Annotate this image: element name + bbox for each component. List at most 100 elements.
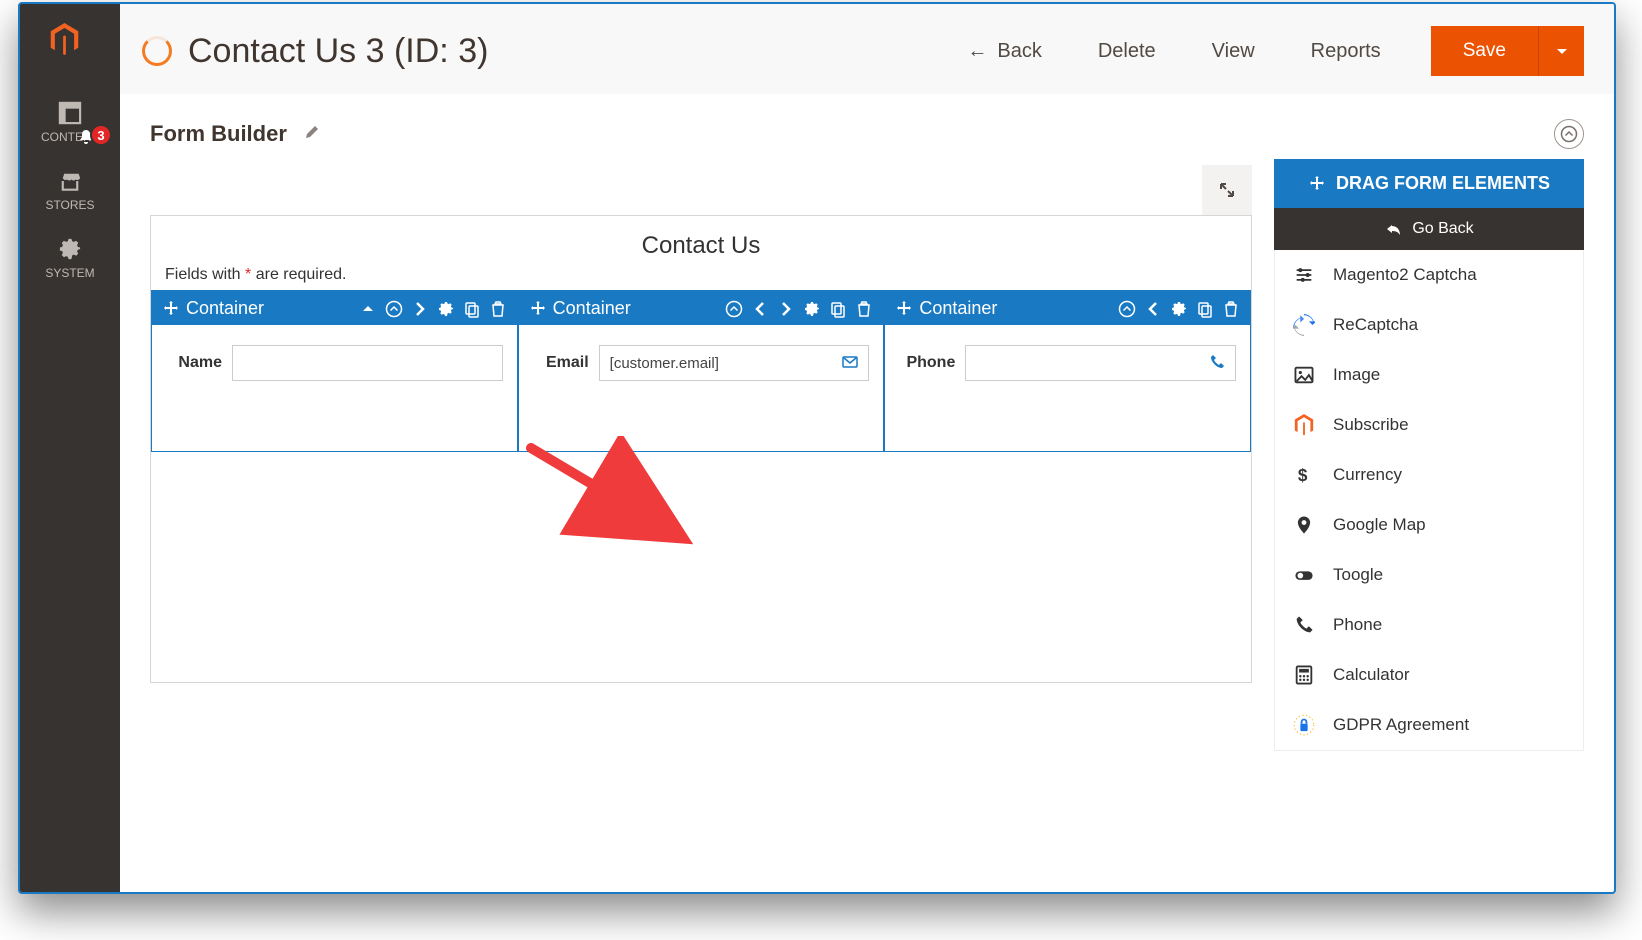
form-title: Contact Us xyxy=(151,216,1251,266)
element-label: Subscribe xyxy=(1333,415,1409,435)
circle-up-icon[interactable] xyxy=(1118,300,1136,318)
image-icon xyxy=(1291,364,1317,386)
element-calculator[interactable]: Calculator xyxy=(1275,650,1583,700)
edit-section-icon[interactable] xyxy=(303,123,321,146)
field-label-email: Email xyxy=(533,354,589,372)
main-area: Contact Us 3 (ID: 3) ← Back Delete View … xyxy=(120,4,1614,892)
delete-button[interactable]: Delete xyxy=(1092,39,1162,64)
panel-go-back[interactable]: Go Back xyxy=(1274,208,1584,250)
settings-icon[interactable] xyxy=(437,300,455,318)
move-left-icon[interactable] xyxy=(751,300,769,318)
panel-header: DRAG FORM ELEMENTS xyxy=(1274,159,1584,208)
collapse-up-icon[interactable] xyxy=(359,300,377,318)
copy-icon[interactable] xyxy=(1196,300,1214,318)
fullscreen-icon xyxy=(1218,181,1236,199)
sliders-icon xyxy=(1291,264,1317,286)
container-label: Container xyxy=(186,298,264,319)
collapse-section-button[interactable] xyxy=(1554,119,1584,149)
form-canvas: Contact Us Fields with * are required. C… xyxy=(150,159,1252,751)
elements-list: Magento2 Captcha ReCaptcha Image Subscribe C… xyxy=(1274,250,1584,751)
move-icon[interactable] xyxy=(162,300,180,318)
loading-spinner-icon xyxy=(142,36,172,66)
mail-icon xyxy=(841,353,859,376)
magento-logo[interactable] xyxy=(20,4,120,86)
element-label: Toogle xyxy=(1333,565,1383,585)
elements-panel: DRAG FORM ELEMENTS Go Back Magento2 Capt… xyxy=(1274,159,1584,751)
chevron-up-icon xyxy=(1560,125,1578,143)
copy-icon[interactable] xyxy=(463,300,481,318)
recaptcha-icon xyxy=(1291,314,1317,336)
container-2[interactable]: Container xyxy=(518,291,885,452)
name-input[interactable] xyxy=(232,345,503,381)
element-subscribe[interactable]: Subscribe xyxy=(1275,400,1583,450)
page-header: Contact Us 3 (ID: 3) ← Back Delete View … xyxy=(120,4,1614,95)
move-left-icon[interactable] xyxy=(1144,300,1162,318)
view-button[interactable]: View xyxy=(1206,39,1261,64)
nav-item-content[interactable]: CONTENT 3 xyxy=(20,86,120,154)
move-icon[interactable] xyxy=(529,300,547,318)
element-label: ReCaptcha xyxy=(1333,315,1418,335)
section-title: Form Builder xyxy=(150,121,287,147)
element-gdpr-agreement[interactable]: GDPR Agreement xyxy=(1275,700,1583,750)
back-button[interactable]: ← Back xyxy=(961,39,1047,64)
calculator-icon xyxy=(1291,664,1317,686)
element-label: Calculator xyxy=(1333,665,1410,685)
move-right-icon[interactable] xyxy=(777,300,795,318)
section-header: Form Builder xyxy=(150,95,1584,159)
annotation-arrow xyxy=(516,436,726,571)
email-input[interactable] xyxy=(599,345,870,381)
save-dropdown-button[interactable] xyxy=(1538,26,1584,76)
phone-icon xyxy=(1291,614,1317,636)
settings-icon[interactable] xyxy=(803,300,821,318)
page-title: Contact Us 3 (ID: 3) xyxy=(188,32,488,71)
element-currency[interactable]: Currency xyxy=(1275,450,1583,500)
left-nav: CONTENT 3 STORES SYSTEM xyxy=(20,4,120,892)
nav-item-system[interactable]: SYSTEM xyxy=(20,222,120,290)
nav-label: SYSTEM xyxy=(45,266,94,280)
move-icon xyxy=(1308,175,1326,193)
field-label-name: Name xyxy=(166,354,222,372)
field-label-phone: Phone xyxy=(899,354,955,372)
delete-icon[interactable] xyxy=(1222,300,1240,318)
element-magento2-captcha[interactable]: Magento2 Captcha xyxy=(1275,250,1583,300)
element-image[interactable]: Image xyxy=(1275,350,1583,400)
delete-icon[interactable] xyxy=(489,300,507,318)
reply-icon xyxy=(1384,220,1402,238)
back-label: Back xyxy=(997,40,1041,63)
reports-button[interactable]: Reports xyxy=(1305,39,1387,64)
nav-label: STORES xyxy=(45,198,94,212)
element-label: Magento2 Captcha xyxy=(1333,265,1477,285)
delete-icon[interactable] xyxy=(855,300,873,318)
element-phone[interactable]: Phone xyxy=(1275,600,1583,650)
app-frame: CONTENT 3 STORES SYSTEM Contact Us 3 (ID… xyxy=(18,2,1616,894)
phone-input[interactable] xyxy=(965,345,1236,381)
element-label: Google Map xyxy=(1333,515,1426,535)
save-button[interactable]: Save xyxy=(1431,26,1538,76)
element-label: Image xyxy=(1333,365,1380,385)
currency-icon xyxy=(1291,464,1317,486)
circle-up-icon[interactable] xyxy=(385,300,403,318)
notifications-badge[interactable]: 3 xyxy=(90,124,112,146)
move-icon[interactable] xyxy=(895,300,913,318)
caret-down-icon xyxy=(1553,42,1571,60)
phone-icon xyxy=(1208,353,1226,376)
pin-icon xyxy=(1291,514,1317,536)
move-right-icon[interactable] xyxy=(411,300,429,318)
required-note: Fields with * are required. xyxy=(151,266,1251,290)
element-recaptcha[interactable]: ReCaptcha xyxy=(1275,300,1583,350)
container-1[interactable]: Container xyxy=(151,291,518,452)
container-label: Container xyxy=(919,298,997,319)
copy-icon[interactable] xyxy=(829,300,847,318)
circle-up-icon[interactable] xyxy=(725,300,743,318)
nav-item-stores[interactable]: STORES xyxy=(20,154,120,222)
element-label: GDPR Agreement xyxy=(1333,715,1469,735)
element-toogle[interactable]: Toogle xyxy=(1275,550,1583,600)
fullscreen-toggle[interactable] xyxy=(1202,165,1252,215)
element-label: Phone xyxy=(1333,615,1382,635)
element-label: Currency xyxy=(1333,465,1402,485)
containers-row: Container xyxy=(151,290,1251,452)
container-3[interactable]: Container xyxy=(884,291,1251,452)
container-label: Container xyxy=(553,298,631,319)
element-google-map[interactable]: Google Map xyxy=(1275,500,1583,550)
settings-icon[interactable] xyxy=(1170,300,1188,318)
